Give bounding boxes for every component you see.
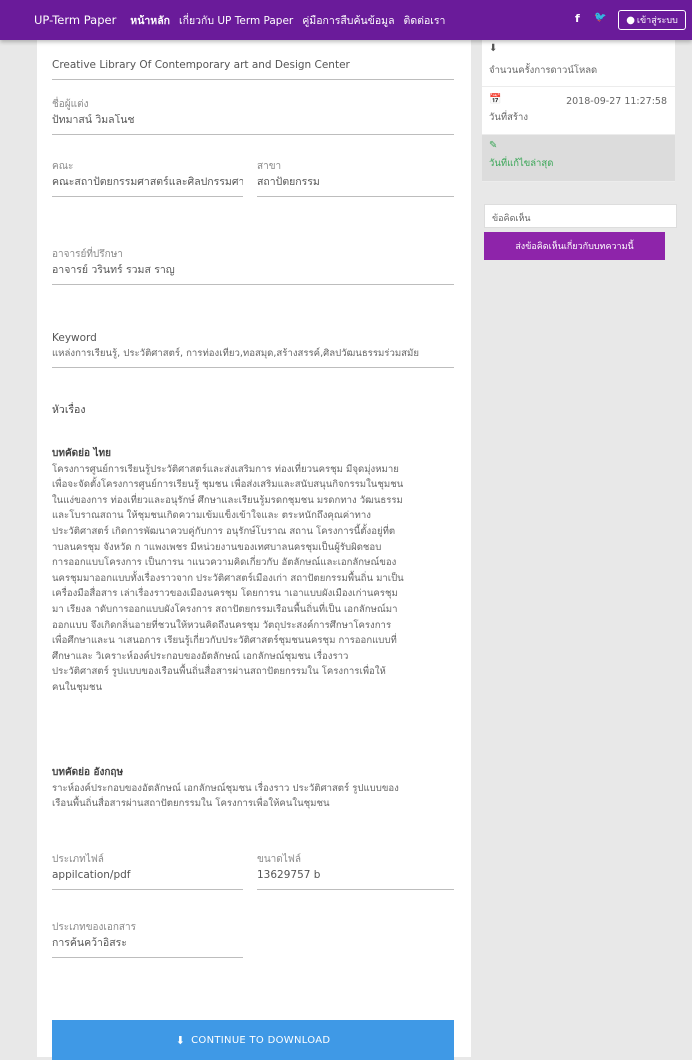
major-field: สาขา สถาปัตยกรรม — [257, 161, 454, 197]
brand-link[interactable]: UP-Term Paper — [34, 13, 116, 27]
keyword-field: Keyword แหล่งการเรียนรู้, ประวัติศาสตร์,… — [52, 332, 472, 368]
abstract-thai-line: และโบราณสถาน ให้ชุมชนเกิดความเข้มแข็งเข้… — [52, 510, 371, 522]
major-label: สาขา — [257, 161, 282, 172]
main-record-card: Creative Library Of Contemporary art and… — [37, 28, 472, 1060]
stat-updated-label: วันที่แก้ไขล่าสุด — [489, 158, 554, 169]
twitter-icon[interactable]: 🐦 — [594, 12, 606, 23]
author-label: ชื่อผู้แต่ง — [52, 99, 89, 110]
download-icon: ⬇ — [175, 1033, 186, 1047]
abstract-thai-line: เพื่อศึกษาและน าเสนอการ เรียนรู้เกี่ยวกั… — [52, 635, 397, 647]
continue-download-button[interactable]: ⬇ CONTINUE TO DOWNLOAD — [52, 1020, 454, 1060]
author-field: ชื่อผู้แต่ง ปัทมาสน์ วิมลโนช — [52, 99, 454, 135]
keyword-value: แหล่งการเรียนรู้, ประวัติศาสตร์, การท่อง… — [52, 348, 419, 359]
file-size-value: 13629757 b — [257, 869, 321, 881]
advisor-field: อาจารย์ที่ปรึกษา อาจารย์ วรินทร์ รวมส รา… — [52, 249, 454, 285]
abstract-english-line: เรือนพื้นถิ่นสื่อสารผ่านสถาปัตยกรรมใน โค… — [52, 798, 330, 810]
abstract-thai-line: ในแง่ของการ ท่องเที่ยวและอนุรักษ์ ศึกษาแ… — [52, 494, 403, 506]
abstract-thai-line: คนในชุมชน — [52, 681, 103, 693]
comment-input[interactable]: ข้อคิดเห็น — [484, 204, 677, 228]
major-value: สถาปัตยกรรม — [257, 176, 320, 188]
abstract-thai-line: เพื่อจะจัดตั้งโครงการศูนย์การเรียนรู้ ชุ… — [52, 479, 404, 491]
subject-heading: หัวเรื่อง — [52, 404, 86, 416]
doc-type-value: การค้นคว้าอิสระ — [52, 937, 127, 949]
abstract-english: บทคัดย่อ อังกฤษ ราะห์องค์ประกอบของอัตลัก… — [52, 765, 462, 812]
abstract-thai-line: นครชุมมาออกแบบทั้งเรื่องราวจาก ประวัติศา… — [52, 572, 404, 584]
stat-updated: ✎ วันที่แก้ไขล่าสุด — [482, 135, 675, 182]
doc-type-label: ประเภทของเอกสาร — [52, 922, 136, 933]
abstract-thai-line: เครื่องมือสื่อสาร เล่าเรื่องราวของเมืองน… — [52, 588, 398, 600]
comment-section: ข้อคิดเห็น ส่งข้อคิดเห็นเกี่ยวกับบทความน… — [484, 200, 677, 270]
abstract-thai-line: การออกแบบโครงการ เป็นการน าแนวความคิดเกี… — [52, 557, 397, 569]
abstract-english-line: ราะห์องค์ประกอบของอัตลักษณ์ เอกลักษณ์ชุม… — [52, 782, 399, 794]
institution-value: Creative Library Of Contemporary art and… — [52, 59, 350, 71]
keyword-label: Keyword — [52, 332, 97, 344]
nav-search-guide[interactable]: คู่มือการสืบค้นข้อมูล — [302, 12, 394, 29]
continue-download-label: CONTINUE TO DOWNLOAD — [191, 1034, 331, 1046]
abstract-thai-title: บทคัดย่อ ไทย — [52, 448, 111, 459]
doc-type-field: ประเภทของเอกสาร การค้นคว้าอิสระ — [52, 922, 243, 958]
abstract-thai-line: ประวัติศาสตร์ รูปแบบของเรือนพื้นถิ่นสื่อ… — [52, 666, 386, 678]
file-size-field: ขนาดไฟล์ 13629757 b — [257, 854, 454, 890]
abstract-thai-line: ศึกษาและ วิเคราะห์องค์ประกอบของอัตลักษณ์… — [52, 650, 349, 662]
stat-downloads-label: จำนวนครั้งการดาวน์โหลด — [489, 65, 598, 76]
edit-icon: ✎ — [489, 140, 498, 151]
advisor-value: อาจารย์ วรินทร์ รวมส ราญ — [52, 264, 175, 276]
faculty-value: คณะสถาปัตยกรรมศาสตร์และศิลปกรรมศาสตร์ — [52, 176, 243, 188]
author-value: ปัทมาสน์ วิมลโนช — [52, 114, 135, 126]
institution-field: Creative Library Of Contemporary art and… — [52, 56, 454, 80]
nav-home[interactable]: หน้าหลัก — [130, 12, 170, 29]
nav-contact[interactable]: ติดต่อเรา — [404, 12, 446, 29]
file-type-field: ประเภทไฟล์ appilcation/pdf — [52, 854, 243, 890]
stat-created-label: วันที่สร้าง — [489, 112, 528, 123]
stat-created-value: 2018-09-27 11:27:58 — [566, 96, 667, 107]
stat-created: 📅 วันที่สร้าง 2018-09-27 11:27:58 — [482, 87, 675, 135]
file-size-label: ขนาดไฟล์ — [257, 854, 302, 865]
download-icon: ⬇ — [489, 43, 498, 54]
abstract-thai-line: ออกแบบ จึงเกิดกลิ่นอายที่ชวนให้หวนคิดถึง… — [52, 619, 392, 631]
login-label: เข้าสู่ระบบ — [636, 16, 678, 26]
submit-comment-button[interactable]: ส่งข้อคิดเห็นเกี่ยวกับบทความนี้ — [484, 232, 665, 260]
abstract-thai: บทคัดย่อ ไทย โครงการศูนย์การเรียนรู้ประว… — [52, 446, 462, 696]
login-button[interactable]: ● เข้าสู่ระบบ — [618, 10, 686, 30]
file-type-value: appilcation/pdf — [52, 869, 131, 881]
abstract-thai-line: มา เรียงล าดับการออกแบบผังโครงการ สถาปัต… — [52, 603, 398, 615]
facebook-icon[interactable]: f — [575, 12, 580, 25]
nav-about[interactable]: เกี่ยวกับ UP Term Paper — [179, 12, 293, 29]
faculty-field: คณะ คณะสถาปัตยกรรมศาสตร์และศิลปกรรมศาสตร… — [52, 161, 243, 197]
abstract-thai-line: ประวัติศาสตร์ เกิดการพัฒนาควบคู่กับการ อ… — [52, 525, 396, 537]
abstract-english-title: บทคัดย่อ อังกฤษ — [52, 767, 124, 778]
calendar-icon: 📅 — [489, 94, 502, 105]
faculty-label: คณะ — [52, 161, 74, 172]
file-type-label: ประเภทไฟล์ — [52, 854, 104, 865]
user-icon: ● — [626, 14, 635, 26]
abstract-thai-line: โครงการศูนย์การเรียนรู้ประวัติศาสตร์และส… — [52, 463, 399, 475]
advisor-label: อาจารย์ที่ปรึกษา — [52, 249, 123, 260]
stat-downloads: ⬇ จำนวนครั้งการดาวน์โหลด — [482, 40, 675, 87]
stats-card: ⬇ จำนวนครั้งการดาวน์โหลด 📅 วันที่สร้าง 2… — [482, 40, 675, 182]
top-navbar: UP-Term Paper หน้าหลัก เกี่ยวกับ UP Term… — [0, 0, 692, 40]
abstract-thai-line: าบลนครชุม จังหวัด ก าแพงเพชร มีหน่วยงานข… — [52, 541, 382, 553]
